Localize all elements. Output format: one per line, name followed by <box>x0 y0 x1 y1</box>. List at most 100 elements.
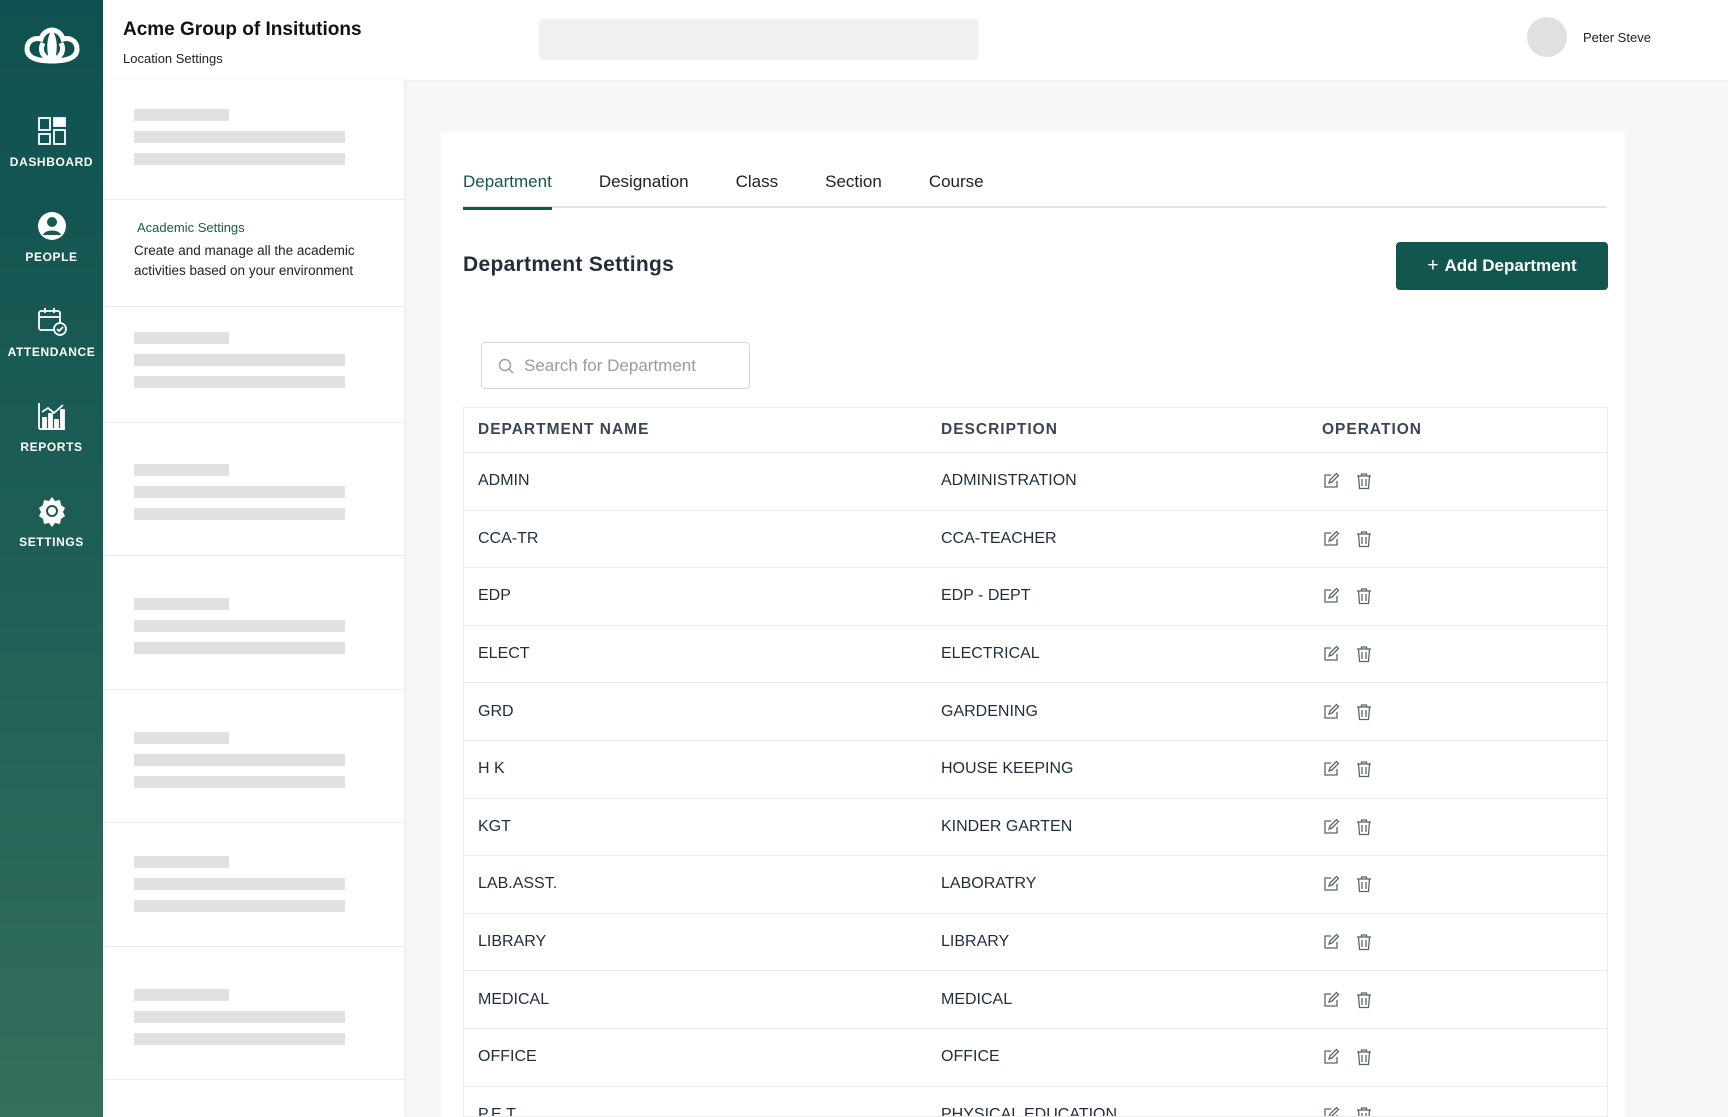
edit-icon[interactable] <box>1322 1048 1340 1066</box>
edit-icon[interactable] <box>1322 1106 1340 1116</box>
settings-item-skeleton[interactable] <box>103 690 404 823</box>
table-row[interactable]: H K HOUSE KEEPING <box>464 741 1607 799</box>
table-row[interactable]: EDP EDP - DEPT <box>464 568 1607 626</box>
person-icon <box>37 211 66 240</box>
department-description-cell: OFFICE <box>941 1048 1000 1066</box>
edit-icon[interactable] <box>1322 818 1340 836</box>
settings-item-skeleton[interactable] <box>103 80 404 200</box>
operation-cell <box>1322 875 1388 893</box>
top-header: Acme Group of Insitutions Location Setti… <box>103 0 1728 80</box>
table-row[interactable]: ADMIN ADMINISTRATION <box>464 453 1607 511</box>
skeleton-line <box>134 486 345 498</box>
edit-icon[interactable] <box>1322 530 1340 548</box>
tab-department[interactable]: Department <box>463 172 552 210</box>
add-department-button[interactable]: + Add Department <box>1396 242 1608 290</box>
nav-people[interactable]: PEOPLE <box>0 189 103 284</box>
department-description-cell: PHYSICAL EDUCATION <box>941 1105 1118 1117</box>
table-row[interactable]: OFFICE OFFICE <box>464 1029 1607 1087</box>
department-name-cell: LAB.ASST. <box>478 875 558 893</box>
column-header-operation: OPERATION <box>1322 421 1422 438</box>
operation-cell <box>1322 645 1388 663</box>
department-description-cell: LIBRARY <box>941 933 1010 951</box>
plus-icon: + <box>1427 255 1439 276</box>
table-body: ADMIN ADMINISTRATION CCA-TR CCA-TEACHER <box>464 453 1607 1117</box>
edit-icon[interactable] <box>1322 645 1340 663</box>
table-row[interactable]: CCA-TR CCA-TEACHER <box>464 511 1607 569</box>
edit-icon[interactable] <box>1322 991 1340 1009</box>
settings-item-academic[interactable]: Academic Settings Create and manage all … <box>103 200 404 307</box>
nav-dashboard[interactable]: DASHBOARD <box>0 94 103 189</box>
tab-course[interactable]: Course <box>929 172 984 208</box>
nav-attendance[interactable]: ATTENDANCE <box>0 284 103 379</box>
department-search[interactable] <box>481 342 750 389</box>
nav-rail: DASHBOARD PEOPLE ATTENDANCE REPORTS SETT… <box>0 0 103 1117</box>
edit-icon[interactable] <box>1322 703 1340 721</box>
settings-item-skeleton[interactable] <box>103 947 404 1080</box>
department-name-cell: LIBRARY <box>478 933 547 951</box>
column-header-description[interactable]: DESCRIPTION <box>941 421 1322 439</box>
operation-cell <box>1322 933 1388 951</box>
trash-icon[interactable] <box>1355 1048 1373 1066</box>
settings-item-description: Create and manage all the academic activ… <box>134 243 355 278</box>
settings-item-title: Academic Settings <box>137 220 245 235</box>
trash-icon[interactable] <box>1355 991 1373 1009</box>
trash-icon[interactable] <box>1355 760 1373 778</box>
table-row[interactable]: GRD GARDENING <box>464 683 1607 741</box>
department-description-cell: EDP - DEPT <box>941 587 1031 605</box>
logo-icon[interactable] <box>0 0 103 94</box>
table-header: DEPARTMENT NAME DESCRIPTION OPERATION <box>464 408 1607 453</box>
operation-cell <box>1322 1048 1388 1066</box>
user-name[interactable]: Peter Steve <box>1583 30 1651 45</box>
global-search-placeholder[interactable] <box>539 19 978 60</box>
trash-icon[interactable] <box>1355 933 1373 951</box>
operation-cell <box>1322 472 1388 490</box>
table-row[interactable]: LIBRARY LIBRARY <box>464 914 1607 972</box>
avatar[interactable] <box>1527 17 1567 57</box>
skeleton-line <box>134 878 345 890</box>
settings-item-skeleton[interactable] <box>103 307 404 423</box>
page-subtitle: Location Settings <box>123 51 223 66</box>
edit-icon[interactable] <box>1322 875 1340 893</box>
trash-icon[interactable] <box>1355 703 1373 721</box>
column-header-name[interactable]: DEPARTMENT NAME <box>464 421 941 439</box>
trash-icon[interactable] <box>1355 818 1373 836</box>
tab-class[interactable]: Class <box>736 172 779 208</box>
trash-icon[interactable] <box>1355 645 1373 663</box>
table-row[interactable]: LAB.ASST. LABORATRY <box>464 856 1607 914</box>
tab-designation[interactable]: Designation <box>599 172 689 208</box>
trash-icon[interactable] <box>1355 587 1373 605</box>
search-icon <box>498 358 514 373</box>
skeleton-line <box>134 1011 345 1023</box>
department-description-cell: MEDICAL <box>941 990 1013 1008</box>
trash-icon[interactable] <box>1355 472 1373 490</box>
department-name-cell: CCA-TR <box>478 529 539 547</box>
settings-item-skeleton[interactable] <box>103 823 404 947</box>
table-row[interactable]: P.E.T PHYSICAL EDUCATION <box>464 1087 1607 1117</box>
skeleton-line <box>134 900 345 912</box>
nav-settings[interactable]: SETTINGS <box>0 474 103 569</box>
trash-icon[interactable] <box>1355 1106 1373 1116</box>
department-description-cell: HOUSE KEEPING <box>941 760 1074 778</box>
table-row[interactable]: ELECT ELECTRICAL <box>464 626 1607 684</box>
skeleton-line <box>134 856 229 868</box>
search-input[interactable] <box>524 355 744 376</box>
table-row[interactable]: MEDICAL MEDICAL <box>464 971 1607 1029</box>
edit-icon[interactable] <box>1322 472 1340 490</box>
nav-reports[interactable]: REPORTS <box>0 379 103 474</box>
trash-icon[interactable] <box>1355 530 1373 548</box>
table-row[interactable]: KGT KINDER GARTEN <box>464 799 1607 857</box>
settings-item-skeleton[interactable] <box>103 423 404 556</box>
department-description-cell: GARDENING <box>941 702 1038 720</box>
department-name-cell: ADMIN <box>478 472 530 490</box>
settings-item-skeleton[interactable] <box>103 556 404 690</box>
trash-icon[interactable] <box>1355 875 1373 893</box>
department-name-cell: EDP <box>478 587 511 605</box>
settings-tabs: Department Designation Class Section Cou… <box>463 172 1607 210</box>
tab-section[interactable]: Section <box>825 172 882 208</box>
settings-panel: Academic Settings Create and manage all … <box>103 80 404 1117</box>
department-name-cell: KGT <box>478 817 511 835</box>
skeleton-line <box>134 1033 345 1045</box>
edit-icon[interactable] <box>1322 587 1340 605</box>
edit-icon[interactable] <box>1322 760 1340 778</box>
edit-icon[interactable] <box>1322 933 1340 951</box>
